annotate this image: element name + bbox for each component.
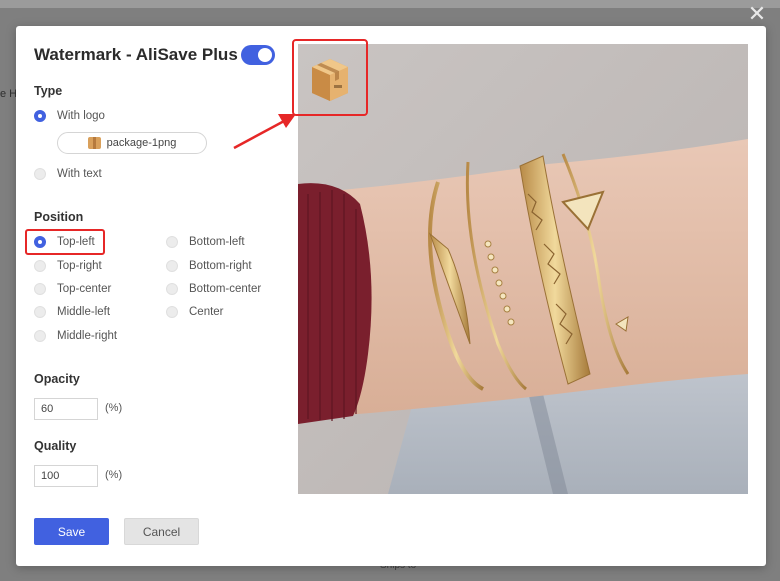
position-top-center-label[interactable]: Top-center (57, 283, 111, 295)
quality-input[interactable]: 100 (34, 465, 98, 487)
quality-section-label: Quality (34, 439, 77, 453)
logo-file-name: package-1png (106, 137, 177, 149)
save-button[interactable]: Save (34, 518, 109, 545)
opacity-input[interactable]: 60 (34, 398, 98, 420)
position-bottom-left-label[interactable]: Bottom-left (189, 236, 245, 248)
position-middle-right-label[interactable]: Middle-right (57, 330, 117, 342)
type-with-text-label[interactable]: With text (57, 168, 102, 180)
position-bottom-center-radio[interactable] (166, 283, 178, 295)
type-with-logo-label[interactable]: With logo (57, 110, 105, 122)
close-icon[interactable]: ✕ (746, 3, 768, 25)
package-icon (292, 39, 368, 116)
type-with-logo-radio[interactable] (34, 110, 46, 122)
package-icon (87, 137, 101, 149)
watermark-logo-preview (292, 39, 368, 116)
position-center-label[interactable]: Center (189, 306, 224, 318)
position-middle-left-label[interactable]: Middle-left (57, 306, 110, 318)
background-top-strip (0, 0, 780, 8)
toggle-knob (258, 48, 272, 62)
position-top-left-radio[interactable] (34, 236, 46, 248)
background-edge-text: e H (0, 88, 18, 100)
position-top-left-label[interactable]: Top-left (57, 236, 95, 248)
position-middle-right-radio[interactable] (34, 330, 46, 342)
opacity-section-label: Opacity (34, 372, 80, 386)
watermark-enable-toggle[interactable] (241, 45, 275, 65)
opacity-unit: (%) (105, 402, 123, 414)
position-top-right-label[interactable]: Top-right (57, 260, 102, 272)
dialog-title: Watermark - AliSave Plus (34, 45, 238, 64)
position-section-label: Position (34, 210, 84, 224)
position-middle-left-radio[interactable] (34, 306, 46, 318)
type-section-label: Type (34, 84, 63, 98)
cancel-button[interactable]: Cancel (124, 518, 199, 545)
position-bottom-right-label[interactable]: Bottom-right (189, 260, 252, 272)
watermark-dialog: Watermark - AliSave Plus Type With logo … (16, 26, 766, 566)
position-top-right-radio[interactable] (34, 260, 46, 272)
position-center-radio[interactable] (166, 306, 178, 318)
quality-unit: (%) (105, 469, 123, 481)
type-with-text-radio[interactable] (34, 168, 46, 180)
position-bottom-center-label[interactable]: Bottom-center (189, 283, 261, 295)
pointer-arrow-icon (233, 114, 296, 150)
position-bottom-right-radio[interactable] (166, 260, 178, 272)
position-bottom-left-radio[interactable] (166, 236, 178, 248)
logo-file-picker[interactable]: package-1png (57, 132, 207, 154)
position-top-center-radio[interactable] (34, 283, 46, 295)
